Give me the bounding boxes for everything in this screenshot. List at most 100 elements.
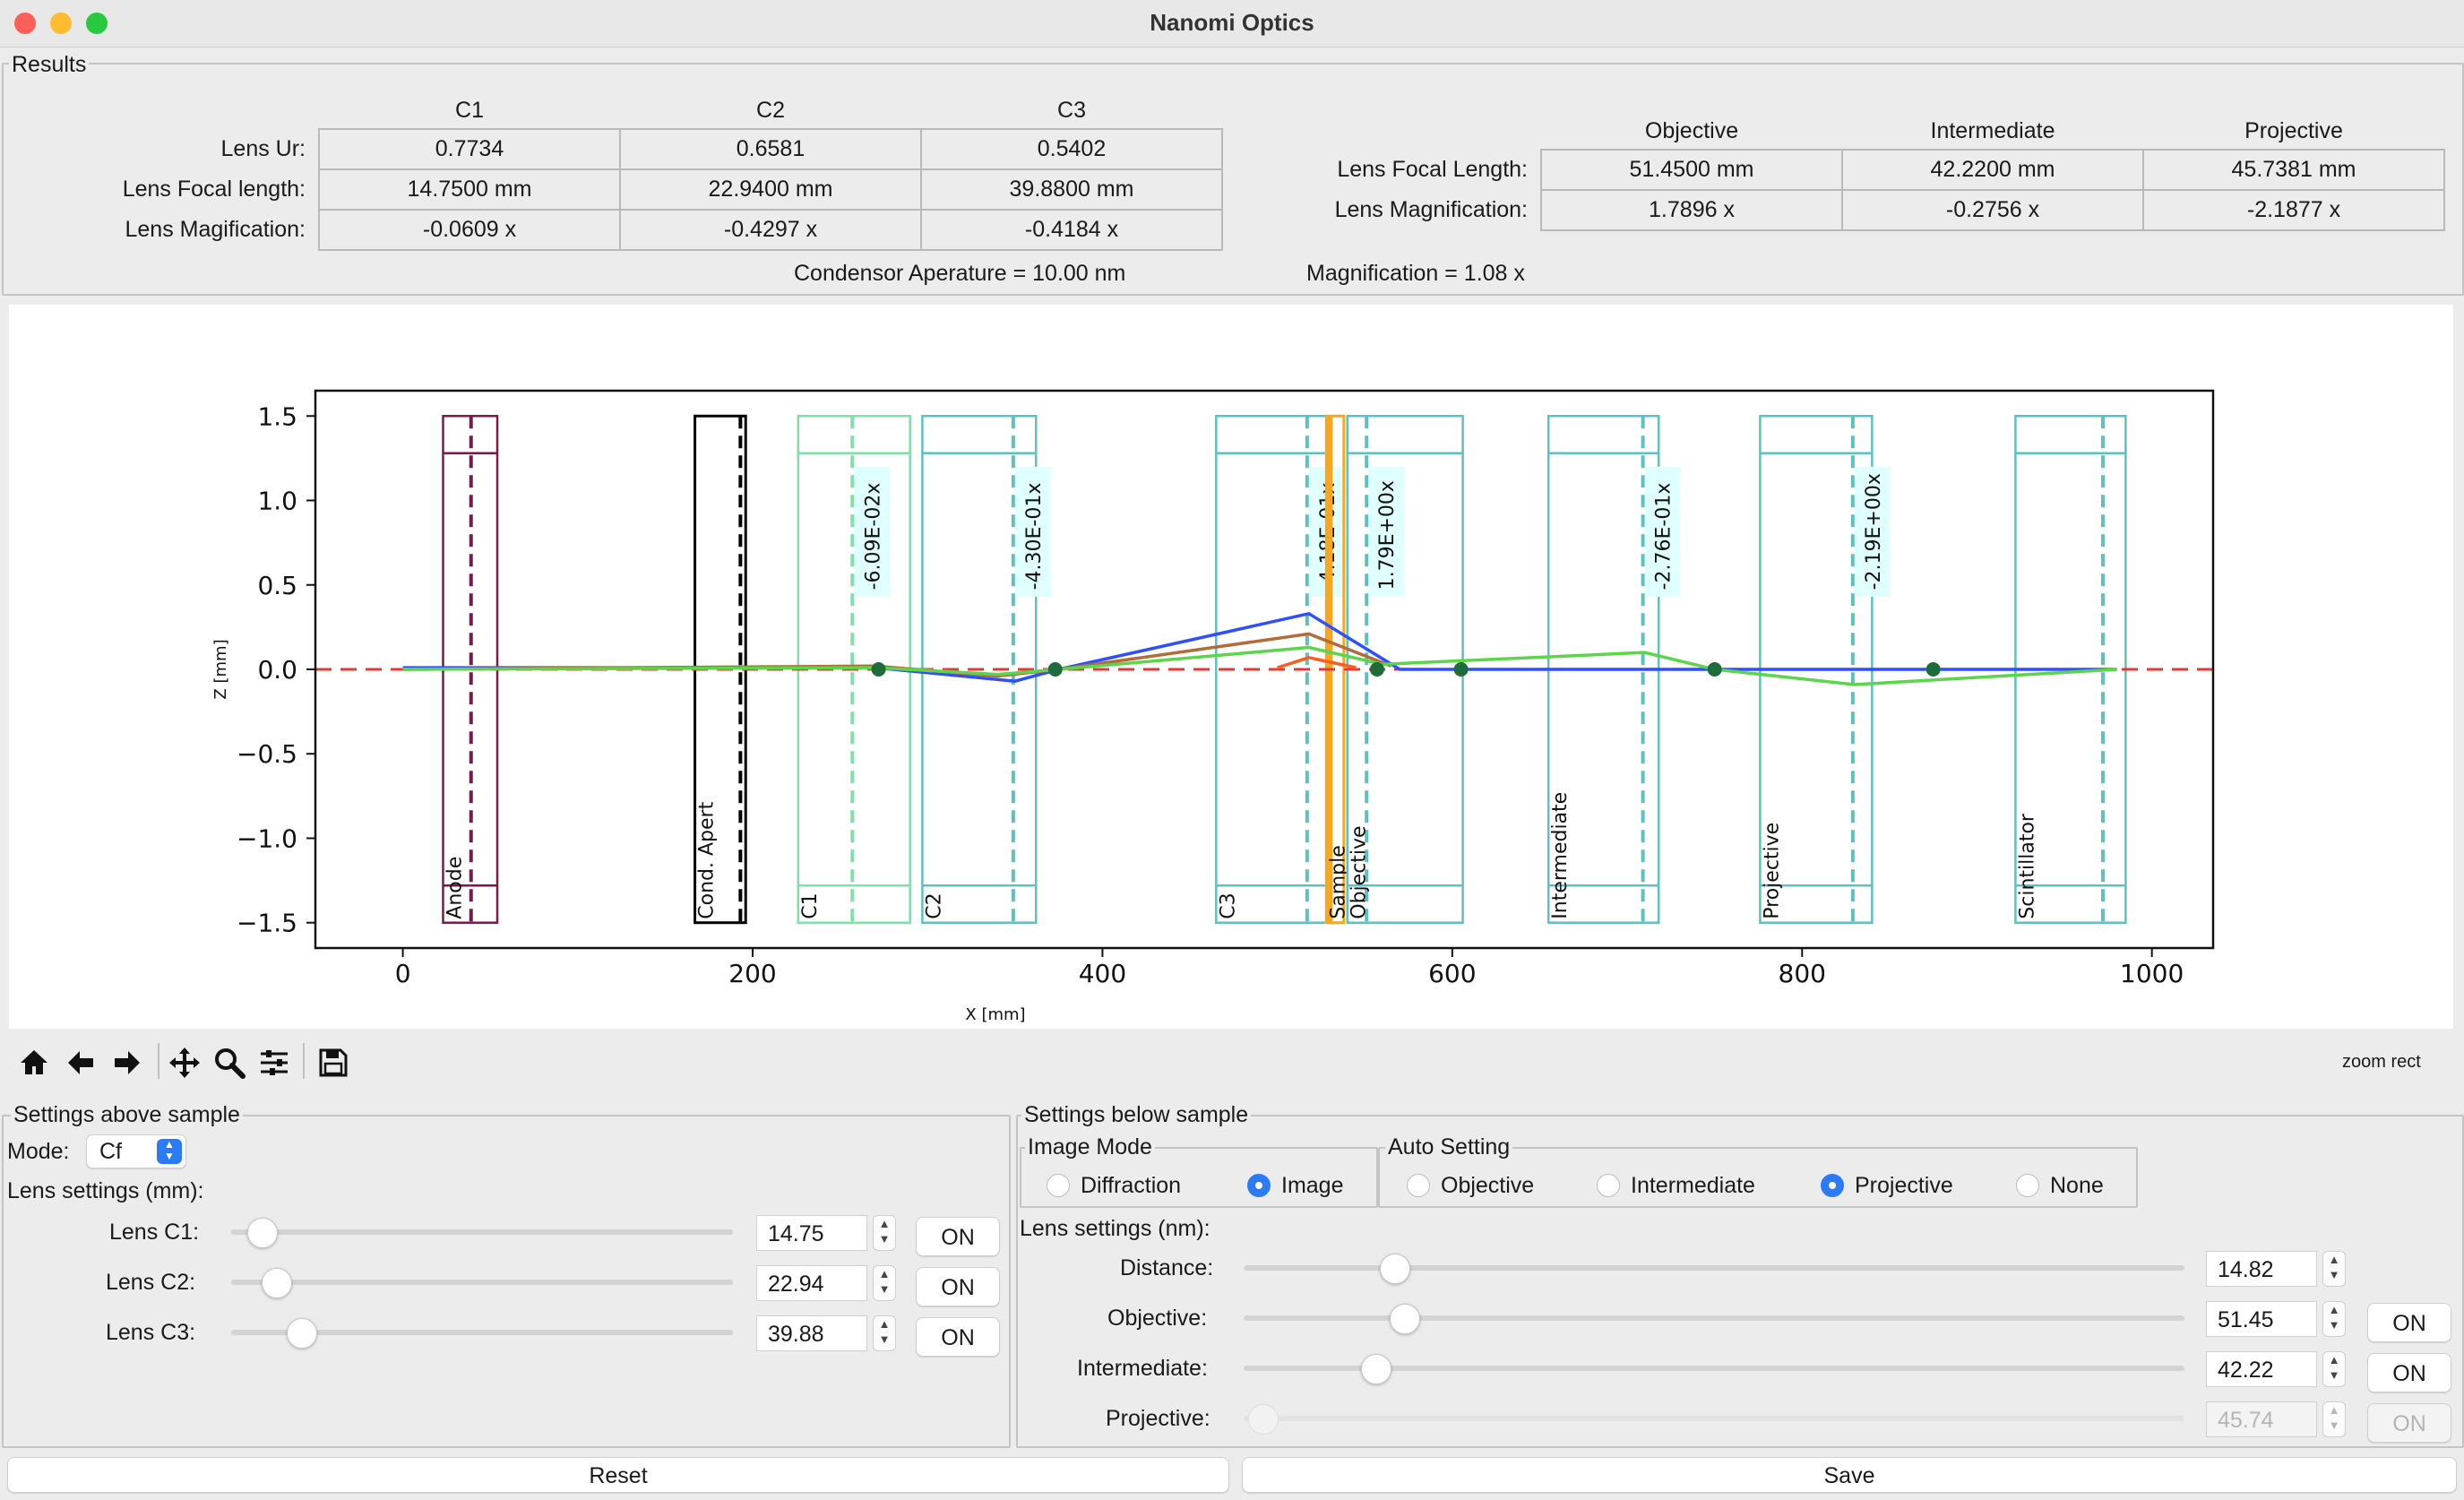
element-label: C1 <box>799 892 822 918</box>
distance-slider-handle[interactable] <box>1380 1254 1410 1284</box>
intermediate-slider-handle[interactable] <box>1361 1354 1391 1384</box>
focal-point-marker <box>1047 662 1063 677</box>
element-label: Anode <box>444 857 467 919</box>
col-header-projective: Projective <box>2244 117 2343 143</box>
projective-on-button: ON <box>2367 1403 2451 1443</box>
objective-spinbox[interactable]: 51.45 <box>2206 1301 2317 1337</box>
diffraction-label: Diffraction <box>1081 1173 1182 1198</box>
projective-slider-handle <box>1248 1404 1279 1435</box>
cell-value: 0.5402 <box>920 128 1223 170</box>
mode-select-value: Cf <box>99 1139 122 1164</box>
col-header-c3: C3 <box>1057 97 1086 123</box>
spin-arrows-icon[interactable]: ▲ ▼ <box>873 1265 896 1301</box>
x-tick-label: 400 <box>1079 959 1126 988</box>
projective-lens-label: Projective: <box>1106 1406 1210 1431</box>
x-tick-label: 600 <box>1428 959 1476 988</box>
image-label: Image <box>1281 1173 1344 1198</box>
condenser-results-table: C1 C2 C3 Lens Ur: 0.7734 0.6581 0.5402 L… <box>27 92 1223 251</box>
y-axis-label: Z [mm] <box>211 639 230 699</box>
diffraction-radio[interactable] <box>1047 1174 1070 1197</box>
projective-slider <box>1244 1416 2184 1421</box>
distance-label: Distance: <box>1120 1255 1214 1280</box>
intermediate-radio[interactable] <box>1597 1174 1620 1197</box>
intermediate-spinbox[interactable]: 42.22 <box>2206 1351 2317 1387</box>
none-radio-label: None <box>2050 1173 2104 1198</box>
chevron-updown-icon: ▲ ▼ <box>157 1139 182 1164</box>
lens-c1-spinbox[interactable]: 14.75 <box>756 1215 867 1251</box>
optics-ray-chart: Anode Cond. Apert C1 -6.09E-02x C2 -4.30E-01x… <box>211 389 2215 1024</box>
focal-point-marker <box>1707 662 1722 677</box>
y-tick-label: 1.0 <box>257 487 297 516</box>
magnification-annotation: 1.79E+00x <box>1376 480 1399 590</box>
cell-value: -0.4297 x <box>619 209 922 251</box>
y-tick-label: 0.5 <box>257 571 297 600</box>
cell-value: 1.7896 x <box>1540 189 1843 231</box>
image-radio[interactable] <box>1247 1174 1271 1197</box>
spin-arrows-icon[interactable]: ▲ ▼ <box>2322 1251 2346 1287</box>
objective-radio[interactable] <box>1407 1174 1430 1197</box>
toolbar-separator <box>303 1043 305 1079</box>
cell-value: 0.7734 <box>318 128 621 170</box>
intermediate-lens-label: Intermediate: <box>1077 1356 1208 1381</box>
objective-slider-handle[interactable] <box>1389 1304 1420 1334</box>
lens-c2-label: Lens C2: <box>106 1270 196 1295</box>
configure-icon[interactable] <box>254 1043 294 1082</box>
cell-value: 42.2200 mm <box>1841 149 2144 191</box>
x-tick-label: 0 <box>395 959 411 988</box>
focal-point-marker <box>1453 662 1469 677</box>
lens-c1-slider[interactable] <box>231 1229 733 1235</box>
x-tick-label: 200 <box>728 959 776 988</box>
save-icon[interactable] <box>314 1043 353 1082</box>
title-bar: Nanomi Optics <box>0 0 2464 47</box>
mode-select[interactable]: Cf ▲ ▼ <box>86 1134 186 1168</box>
y-tick-label: −1.5 <box>237 909 297 938</box>
toolbar-separator <box>158 1043 159 1079</box>
row-label-focal-length: Lens Focal length: <box>122 177 306 202</box>
row-label-focal-length: Lens Focal Length: <box>1337 157 1528 182</box>
objective-on-button[interactable]: ON <box>2367 1303 2451 1342</box>
spin-arrows-icon[interactable]: ▲ ▼ <box>2322 1351 2346 1387</box>
lens-c3-on-button[interactable]: ON <box>916 1317 1000 1357</box>
objective-slider[interactable] <box>1244 1315 2184 1321</box>
pan-icon[interactable] <box>165 1043 204 1082</box>
spin-arrows-icon[interactable]: ▲ ▼ <box>873 1315 896 1351</box>
lens-c2-slider[interactable] <box>231 1280 733 1285</box>
cell-value: -0.0609 x <box>318 209 621 251</box>
cell-value: 45.7381 mm <box>2142 149 2445 191</box>
zoom-icon[interactable] <box>210 1043 249 1082</box>
magnification-annotation: -6.09E-02x <box>862 483 884 591</box>
y-tick-label: −1.0 <box>237 823 297 853</box>
projective-spinbox: 45.74 <box>2206 1401 2317 1437</box>
home-icon[interactable] <box>14 1043 54 1082</box>
focal-point-marker <box>1369 662 1384 677</box>
imaging-results-table: Objective Intermediate Projective Lens F… <box>1254 113 2445 231</box>
condenser-aperture-text: Condensor Aperature = 10.00 nm <box>794 261 1126 286</box>
back-icon[interactable] <box>61 1043 100 1082</box>
window-title: Nanomi Optics <box>1150 9 1314 36</box>
magnification-text: Magnification = 1.08 x <box>1306 261 1525 286</box>
settings-below-title: Settings below sample <box>1021 1102 1252 1127</box>
projective-radio-label: Projective <box>1855 1173 1953 1198</box>
element-label: Intermediate <box>1549 792 1572 919</box>
spin-arrows-icon[interactable]: ▲ ▼ <box>873 1215 896 1251</box>
lens-c1-slider-handle[interactable] <box>246 1218 278 1248</box>
element-label: Scintillator <box>2016 813 2038 919</box>
settings-above-title: Settings above sample <box>11 1102 243 1127</box>
spin-arrows-icon[interactable]: ▲ ▼ <box>2322 1301 2346 1337</box>
row-label-magnification: Lens Magification: <box>125 217 306 242</box>
distance-spinbox[interactable]: 14.82 <box>2206 1251 2317 1287</box>
forward-icon[interactable] <box>108 1043 147 1082</box>
none-radio[interactable] <box>2016 1174 2039 1197</box>
intermediate-on-button[interactable]: ON <box>2367 1353 2451 1392</box>
element-label: Projective <box>1761 823 1783 919</box>
projective-radio[interactable] <box>1821 1174 1844 1197</box>
magnification-annotation: -2.19E+00x <box>1863 473 1885 590</box>
lens-c2-spinbox[interactable]: 22.94 <box>756 1265 867 1301</box>
lens-c2-on-button[interactable]: ON <box>916 1267 1000 1306</box>
lens-c1-on-button[interactable]: ON <box>916 1217 1000 1256</box>
reset-button[interactable]: Reset <box>7 1457 1229 1493</box>
save-button[interactable]: Save <box>1242 1457 2457 1493</box>
lens-c3-spinbox[interactable]: 39.88 <box>756 1315 867 1351</box>
cell-value: 22.9400 mm <box>619 168 922 211</box>
optics-plot[interactable]: Anode Cond. Apert C1 -6.09E-02x C2 -4.30E-01x… <box>9 305 2453 1029</box>
